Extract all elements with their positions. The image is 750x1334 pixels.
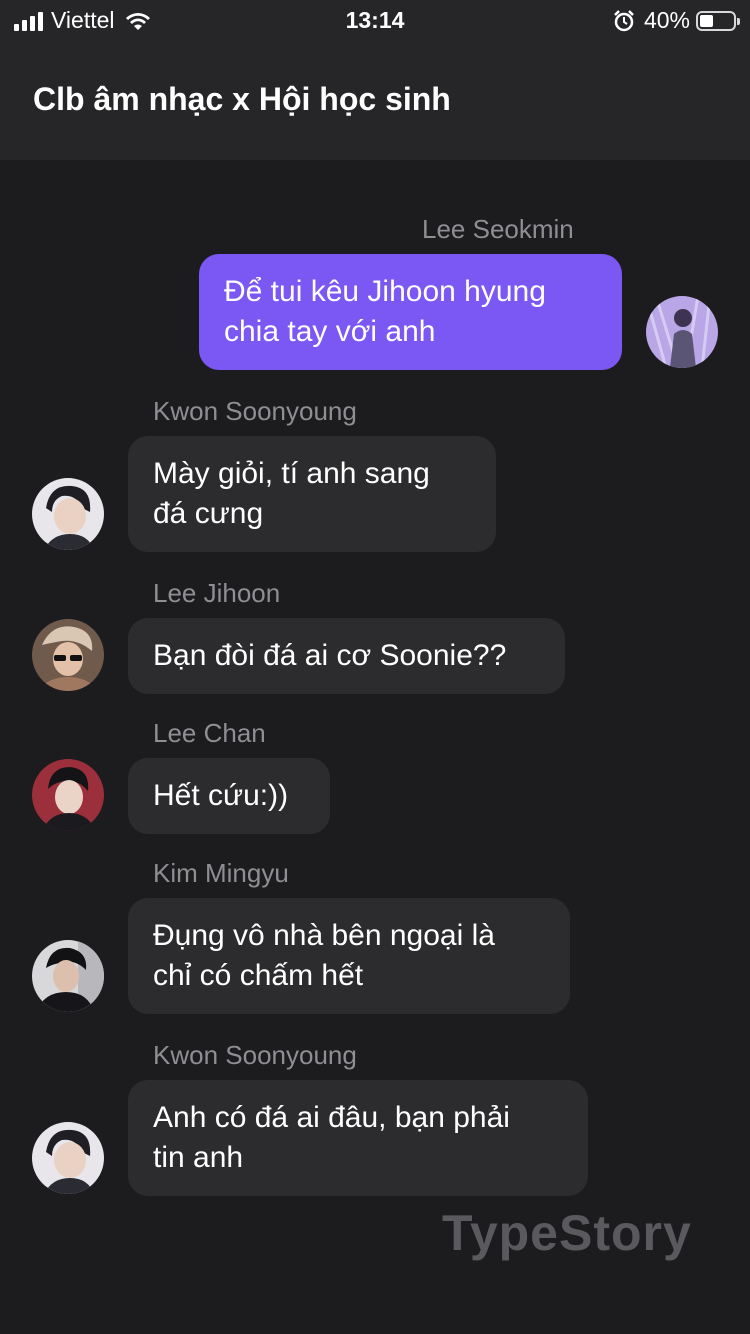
message-line: Anh có đá ai đâu, bạn phải [153, 1101, 510, 1134]
message-line: Bạn đòi đá ai cơ Soonie?? [153, 639, 507, 672]
sender-name: Kim Mingyu [153, 858, 289, 888]
sender-name: Lee Seokmin [422, 214, 574, 244]
message-line: tin anh [153, 1141, 244, 1174]
message-bubble[interactable]: Anh có đá ai đâu, bạn phải tin anh [128, 1080, 588, 1196]
message-bubble[interactable]: Hết cứu:)) [128, 758, 330, 834]
chat-header: Clb âm nhạc x Hội học sinh [0, 42, 750, 160]
message-bubble[interactable]: Đụng vô nhà bên ngoại là chỉ có chấm hết [128, 898, 570, 1014]
message-line: Để tui kêu Jihoon hyung [224, 275, 546, 308]
battery-icon [696, 10, 740, 31]
message-bubble[interactable]: Mày giỏi, tí anh sang đá cưng [128, 436, 496, 552]
message-line: Hết cứu:)) [153, 779, 289, 812]
avatar[interactable] [32, 940, 104, 1012]
sender-name: Kwon Soonyoung [153, 1040, 357, 1070]
message-line: Đụng vô nhà bên ngoại là [153, 919, 495, 952]
message-line: chia tay với anh [224, 315, 436, 348]
sender-name: Lee Jihoon [153, 578, 281, 608]
alarm-icon [614, 9, 634, 31]
message-bubble[interactable]: Để tui kêu Jihoon hyung chia tay với anh [199, 254, 622, 370]
status-right: 40% [613, 7, 740, 34]
message-line: đá cưng [153, 497, 264, 530]
battery-level [700, 14, 713, 27]
battery-percent: 40% [643, 7, 690, 33]
message-bubble[interactable]: Bạn đòi đá ai cơ Soonie?? [128, 618, 565, 694]
sender-name: Kwon Soonyoung [153, 396, 357, 426]
avatar[interactable] [32, 759, 104, 831]
avatar[interactable] [32, 619, 104, 691]
avatar[interactable] [32, 478, 104, 550]
status-bar: Viettel 13:14 40% [0, 0, 750, 42]
message-line: chỉ có chấm hết [153, 959, 364, 992]
avatar[interactable] [32, 1122, 104, 1194]
chat-title[interactable]: Clb âm nhạc x Hội học sinh [33, 81, 451, 118]
chat-screen: Viettel 13:14 40% Clb âm nhạc x Hội học … [0, 0, 750, 1334]
avatar[interactable] [646, 296, 718, 368]
watermark-logo: TypeStory [442, 1205, 692, 1261]
sender-name: Lee Chan [153, 718, 266, 748]
message-line: Mày giỏi, tí anh sang [153, 457, 430, 490]
